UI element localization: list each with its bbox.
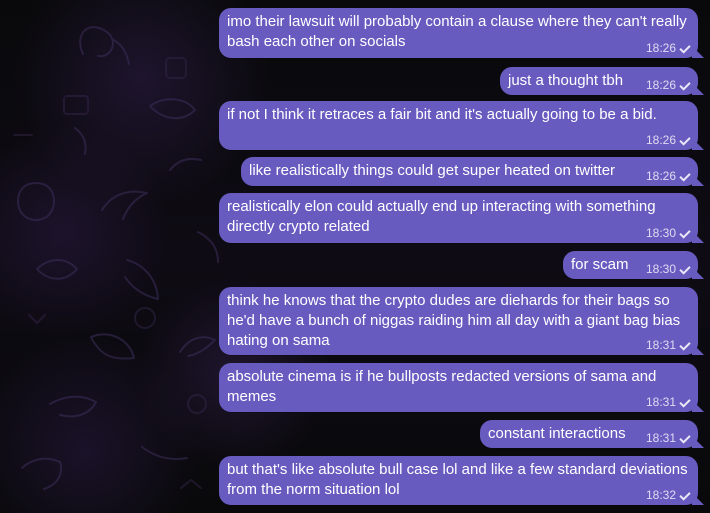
message-time: 18:30 bbox=[645, 226, 676, 240]
message-time: 18:31 bbox=[645, 395, 676, 409]
message-text: like realistically things could get supe… bbox=[249, 162, 616, 179]
outgoing-message[interactable]: constant interactions 18:31 bbox=[480, 420, 698, 448]
outgoing-message[interactable]: if not I think it retraces a fair bit an… bbox=[219, 101, 698, 150]
message-text: realistically elon could actually end up… bbox=[227, 198, 656, 235]
message-time: 18:26 bbox=[645, 41, 676, 55]
check-icon bbox=[680, 489, 692, 501]
message-time: 18:26 bbox=[645, 169, 676, 183]
outgoing-message[interactable]: think he knows that the crypto dudes are… bbox=[219, 287, 698, 355]
message-meta: 18:26 bbox=[646, 170, 692, 182]
message-text: but that's like absolute bull case lol a… bbox=[227, 461, 688, 498]
message-time: 18:32 bbox=[645, 488, 676, 502]
outgoing-message[interactable]: realistically elon could actually end up… bbox=[219, 193, 698, 243]
message-meta: 18:30 bbox=[646, 227, 692, 239]
check-icon bbox=[680, 170, 692, 182]
message-text: if not I think it retraces a fair bit an… bbox=[227, 106, 657, 123]
message-meta: 18:30 bbox=[646, 263, 692, 275]
check-icon bbox=[680, 263, 692, 275]
outgoing-message[interactable]: just a thought tbh 18:26 bbox=[500, 67, 698, 95]
check-icon bbox=[680, 42, 692, 54]
outgoing-message[interactable]: absolute cinema is if he bullposts redac… bbox=[219, 363, 698, 412]
outgoing-message[interactable]: like realistically things could get supe… bbox=[241, 157, 698, 186]
message-text: imo their lawsuit will probably contain … bbox=[227, 13, 687, 50]
check-icon bbox=[680, 396, 692, 408]
message-time: 18:26 bbox=[645, 78, 676, 92]
message-time: 18:31 bbox=[645, 431, 676, 445]
outgoing-message[interactable]: imo their lawsuit will probably contain … bbox=[219, 8, 698, 58]
message-meta: 18:31 bbox=[646, 339, 692, 351]
message-meta: 18:32 bbox=[646, 489, 692, 501]
message-meta: 18:31 bbox=[646, 432, 692, 444]
message-time: 18:26 bbox=[645, 133, 676, 147]
message-time: 18:30 bbox=[645, 262, 676, 276]
message-meta: 18:31 bbox=[646, 396, 692, 408]
message-meta: 18:26 bbox=[646, 79, 692, 91]
check-icon bbox=[680, 227, 692, 239]
outgoing-message[interactable]: but that's like absolute bull case lol a… bbox=[219, 456, 698, 505]
message-meta: 18:26 bbox=[646, 134, 692, 146]
outgoing-message[interactable]: for scam 18:30 bbox=[563, 251, 698, 279]
message-text: think he knows that the crypto dudes are… bbox=[227, 292, 681, 349]
check-icon bbox=[680, 134, 692, 146]
check-icon bbox=[680, 339, 692, 351]
message-meta: 18:26 bbox=[646, 42, 692, 54]
check-icon bbox=[680, 432, 692, 444]
message-list: imo their lawsuit will probably contain … bbox=[0, 0, 710, 513]
message-text: absolute cinema is if he bullposts redac… bbox=[227, 368, 657, 405]
message-time: 18:31 bbox=[645, 338, 676, 352]
check-icon bbox=[680, 79, 692, 91]
